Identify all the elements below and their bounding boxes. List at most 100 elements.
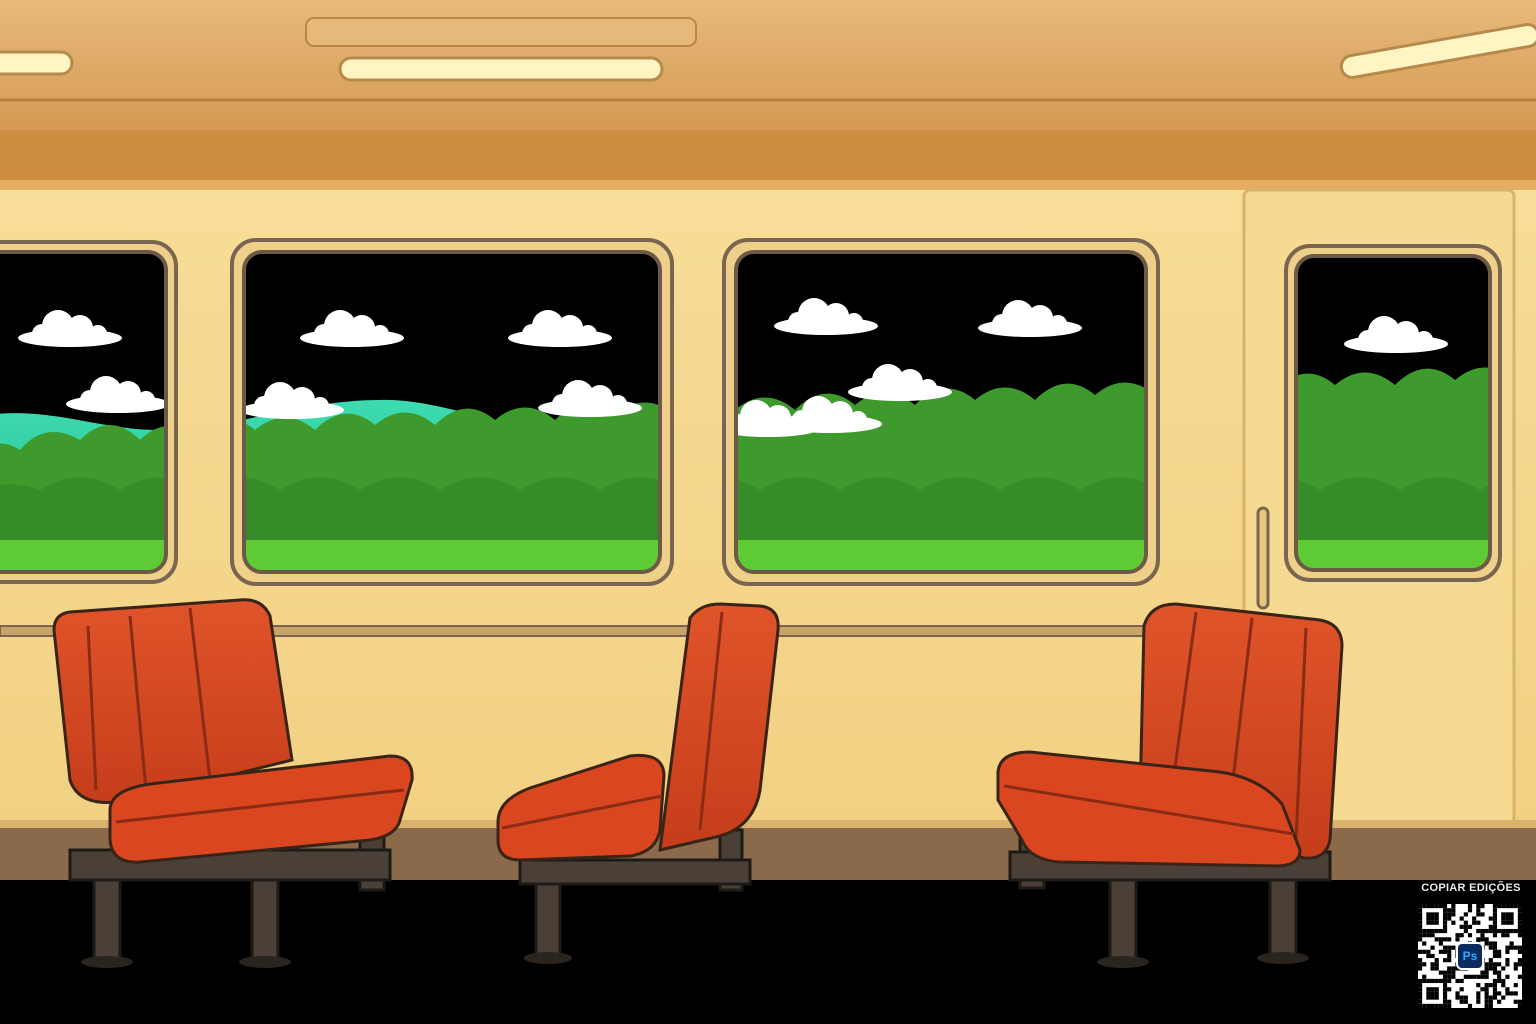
copy-edits-label[interactable]: COPIAR EDIÇÕES	[1412, 882, 1530, 894]
qr-module	[1497, 991, 1502, 996]
qr-module	[1501, 928, 1506, 934]
edit-badge[interactable]: COPIAR EDIÇÕES Ps	[1412, 882, 1530, 1012]
qr-module	[1488, 983, 1493, 988]
qr-module	[1438, 941, 1443, 946]
qr-module	[1492, 945, 1498, 950]
qr-module	[1442, 983, 1448, 988]
qr-module	[1442, 970, 1448, 975]
qr-module	[1509, 928, 1514, 934]
qr-module	[1451, 920, 1456, 925]
qr-module	[1505, 928, 1510, 934]
qr-module	[1447, 908, 1452, 913]
qr-module	[1497, 974, 1502, 979]
qr-module	[1447, 937, 1452, 942]
qr-module	[1430, 987, 1435, 992]
qr-module	[1418, 991, 1423, 996]
qr-module	[1418, 958, 1423, 963]
qr-module	[1492, 995, 1498, 1000]
qr-module	[1422, 974, 1427, 979]
qr-module	[1434, 1003, 1439, 1008]
qr-module	[1426, 904, 1431, 909]
qr-module	[1442, 920, 1448, 925]
qr-module	[1426, 991, 1431, 996]
qr-module	[1517, 962, 1522, 967]
qr-module	[1422, 949, 1427, 954]
qr-module	[1505, 987, 1510, 992]
qr-module	[1513, 991, 1518, 996]
qr-module	[1505, 916, 1510, 921]
qr-module	[1447, 978, 1452, 984]
qr-module	[1492, 941, 1498, 946]
qr-module	[1442, 912, 1448, 917]
qr-module	[1447, 970, 1452, 975]
qr-module	[1447, 987, 1452, 992]
qr-module	[1488, 928, 1493, 934]
qr-module	[1463, 912, 1468, 917]
qr-module	[1418, 933, 1423, 938]
qr-module	[1447, 1003, 1452, 1008]
qr-module	[1488, 916, 1493, 921]
qr-module	[1488, 945, 1493, 950]
qr-module	[1476, 928, 1481, 934]
qr-module	[1451, 912, 1456, 917]
qr-module	[1492, 912, 1498, 917]
qr-module	[1451, 945, 1456, 950]
qr-module	[1488, 966, 1493, 971]
qr-module	[1430, 995, 1435, 1000]
qr-module	[1505, 962, 1510, 967]
qr-module	[1517, 904, 1522, 909]
qr-module	[1497, 970, 1502, 975]
qr-module	[1455, 978, 1460, 984]
qr-module	[1447, 912, 1452, 917]
qr-module	[1484, 987, 1489, 992]
qr-module	[1480, 928, 1485, 934]
qr-module	[1426, 949, 1431, 954]
qr-module	[1492, 920, 1498, 925]
qr-module	[1426, 953, 1431, 959]
qr-module	[1476, 937, 1481, 942]
qr-module	[1476, 995, 1481, 1000]
qr-module	[1467, 924, 1473, 929]
qr-module	[1509, 904, 1514, 909]
qr-module	[1438, 970, 1443, 975]
qr-module	[1505, 912, 1510, 917]
qr-module	[1513, 962, 1518, 967]
qr-module	[1484, 983, 1489, 988]
qr-module	[1418, 983, 1423, 988]
qr-module	[1418, 995, 1423, 1000]
ceiling-light-left	[0, 50, 74, 76]
qr-module	[1418, 966, 1423, 971]
qr-module	[1455, 933, 1460, 938]
qr-module	[1484, 966, 1489, 971]
qr-module	[1459, 916, 1464, 921]
qr-module	[1447, 966, 1452, 971]
wall-trim	[0, 130, 1536, 188]
qr-module	[1418, 999, 1423, 1004]
qr-module	[1501, 966, 1506, 971]
qr-module	[1418, 978, 1423, 984]
qr-code-icon[interactable]: Ps	[1418, 904, 1522, 1008]
qr-module	[1434, 928, 1439, 934]
qr-module	[1509, 916, 1514, 921]
qr-module	[1476, 991, 1481, 996]
qr-module	[1517, 920, 1522, 925]
qr-module	[1501, 916, 1506, 921]
qr-module	[1422, 928, 1427, 934]
qr-module	[1509, 912, 1514, 917]
qr-module	[1488, 941, 1493, 946]
qr-module	[1472, 920, 1477, 925]
photoshop-logo-icon: Ps	[1456, 942, 1484, 970]
qr-module	[1492, 953, 1498, 959]
qr-module	[1467, 904, 1473, 909]
qr-module	[1438, 904, 1443, 909]
qr-module	[1463, 974, 1468, 979]
qr-module	[1501, 995, 1506, 1000]
qr-module	[1467, 933, 1473, 938]
qr-module	[1455, 991, 1460, 996]
qr-module	[1517, 928, 1522, 934]
ceiling-vent	[305, 17, 697, 47]
qr-module	[1505, 958, 1510, 963]
qr-module	[1476, 999, 1481, 1004]
qr-module	[1484, 937, 1489, 942]
qr-module	[1484, 962, 1489, 967]
